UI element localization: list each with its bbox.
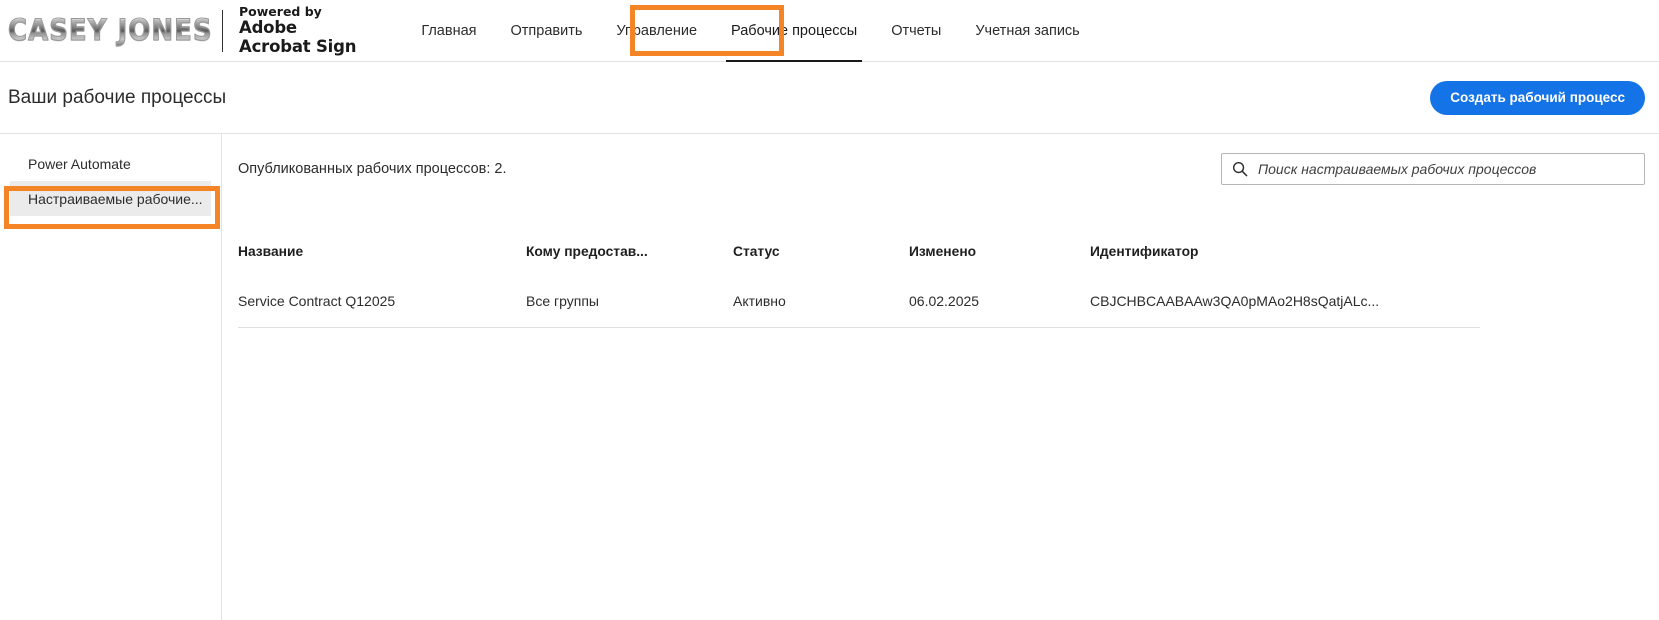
column-header-modified[interactable]: Изменено [909, 244, 1090, 277]
create-workflow-button[interactable]: Создать рабочий процесс [1430, 80, 1645, 115]
company-logo-text: CASEY JONES [8, 13, 213, 48]
sidebar: Power Automate Настраиваемые рабочие... [0, 134, 222, 620]
nav-item-workflows[interactable]: Рабочие процессы [714, 0, 874, 63]
table-header-row: Название Кому предостав... Статус Измене… [238, 244, 1480, 277]
search-icon [1232, 161, 1248, 177]
adobe-label: Adobe [239, 18, 297, 38]
column-header-shared[interactable]: Кому предостав... [526, 244, 733, 277]
nav-item-account[interactable]: Учетная запись [958, 0, 1096, 62]
main-nav: Главная Отправить Управление Рабочие про… [404, 0, 1096, 63]
acrobat-sign-label: Acrobat Sign [239, 36, 357, 56]
adobe-acrobat-sign-branding: Powered by Adobe Acrobat Sign [239, 4, 357, 56]
search-input[interactable] [1256, 160, 1634, 178]
page-header: Ваши рабочие процессы Создать рабочий пр… [0, 62, 1659, 134]
workflows-table: Название Кому предостав... Статус Измене… [238, 244, 1480, 328]
logo-divider [222, 9, 223, 52]
cell-modified-date: 06.02.2025 [909, 277, 1090, 328]
sidebar-item-custom-workflows[interactable]: Настраиваемые рабочие... [10, 181, 211, 216]
column-header-status[interactable]: Статус [733, 244, 909, 277]
content-toolbar: Опубликованных рабочих процессов: 2. [222, 134, 1659, 204]
sidebar-item-label: Настраиваемые рабочие... [28, 190, 203, 207]
nav-item-reports[interactable]: Отчеты [874, 0, 958, 62]
column-header-identifier[interactable]: Идентификатор [1090, 244, 1480, 277]
published-workflows-count: Опубликованных рабочих процессов: 2. [238, 161, 507, 177]
sidebar-item-label: Power Automate [28, 155, 131, 172]
table-row[interactable]: Service Contract Q12025 Все группы Актив… [238, 277, 1480, 328]
brand-logo[interactable]: CASEY JONES [0, 0, 222, 62]
main-content: Опубликованных рабочих процессов: 2. Наз… [222, 134, 1659, 620]
cell-status: Активно [733, 277, 909, 328]
page-title: Ваши рабочие процессы [8, 86, 227, 108]
search-workflows-box[interactable] [1221, 153, 1645, 185]
cell-identifier: CBJCHBCAABAAw3QA0pMAo2H8sQatjALc... [1090, 277, 1480, 328]
page-body: Power Automate Настраиваемые рабочие... … [0, 134, 1659, 620]
cell-workflow-name[interactable]: Service Contract Q12025 [238, 277, 526, 328]
table-body: Service Contract Q12025 Все группы Актив… [238, 277, 1480, 328]
column-header-name[interactable]: Название [238, 244, 526, 277]
nav-item-manage[interactable]: Управление [599, 0, 714, 62]
top-navigation-bar: CASEY JONES Powered by Adobe Acrobat Sig… [0, 0, 1659, 63]
table-header: Название Кому предостав... Статус Измене… [238, 244, 1480, 277]
powered-by-label: Powered by [239, 4, 322, 20]
cell-shared-with: Все группы [526, 277, 733, 328]
sidebar-item-power-automate[interactable]: Power Automate [10, 146, 211, 181]
nav-item-home[interactable]: Главная [404, 0, 493, 62]
nav-item-send[interactable]: Отправить [494, 0, 600, 62]
